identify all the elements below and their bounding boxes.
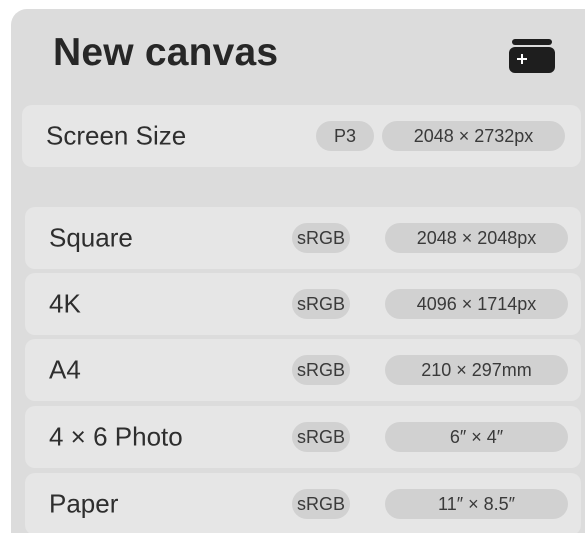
dimensions-badge: 11″ × 8.5″ bbox=[385, 489, 568, 519]
dimensions-badge: 210 × 297mm bbox=[385, 355, 568, 385]
preset-label: 4 × 6 Photo bbox=[49, 421, 183, 452]
add-canvas-icon bbox=[509, 39, 555, 73]
preset-row-4x6-photo[interactable]: 4 × 6 Photo sRGB 6″ × 4″ bbox=[25, 406, 581, 468]
screen-size-row[interactable]: Screen Size P3 2048 × 2732px bbox=[22, 105, 581, 167]
preset-row-paper[interactable]: Paper sRGB 11″ × 8.5″ bbox=[25, 473, 581, 533]
color-profile-badge: sRGB bbox=[292, 355, 350, 385]
screen-size-label: Screen Size bbox=[46, 120, 187, 151]
preset-row-a4[interactable]: A4 sRGB 210 × 297mm bbox=[25, 339, 581, 401]
dimensions-badge: 4096 × 1714px bbox=[385, 289, 568, 319]
dimensions-badge: 2048 × 2732px bbox=[382, 121, 565, 151]
preset-label: Paper bbox=[49, 488, 119, 519]
preset-row-4k[interactable]: 4K sRGB 4096 × 1714px bbox=[25, 273, 581, 335]
preset-row-square[interactable]: Square sRGB 2048 × 2048px bbox=[25, 207, 581, 269]
color-profile-badge: sRGB bbox=[292, 289, 350, 319]
new-canvas-panel: New canvas Screen Size P3 2048 × 2732px … bbox=[11, 9, 585, 533]
preset-label: Square bbox=[49, 222, 133, 253]
panel-title: New canvas bbox=[53, 31, 279, 74]
preset-label: 4K bbox=[49, 288, 81, 319]
dimensions-badge: 2048 × 2048px bbox=[385, 223, 568, 253]
color-profile-badge: sRGB bbox=[292, 422, 350, 452]
new-custom-canvas-button[interactable] bbox=[509, 39, 555, 73]
color-profile-badge: sRGB bbox=[292, 223, 350, 253]
preset-label: A4 bbox=[49, 354, 81, 385]
dimensions-badge: 6″ × 4″ bbox=[385, 422, 568, 452]
color-profile-badge: P3 bbox=[316, 121, 374, 151]
color-profile-badge: sRGB bbox=[292, 489, 350, 519]
